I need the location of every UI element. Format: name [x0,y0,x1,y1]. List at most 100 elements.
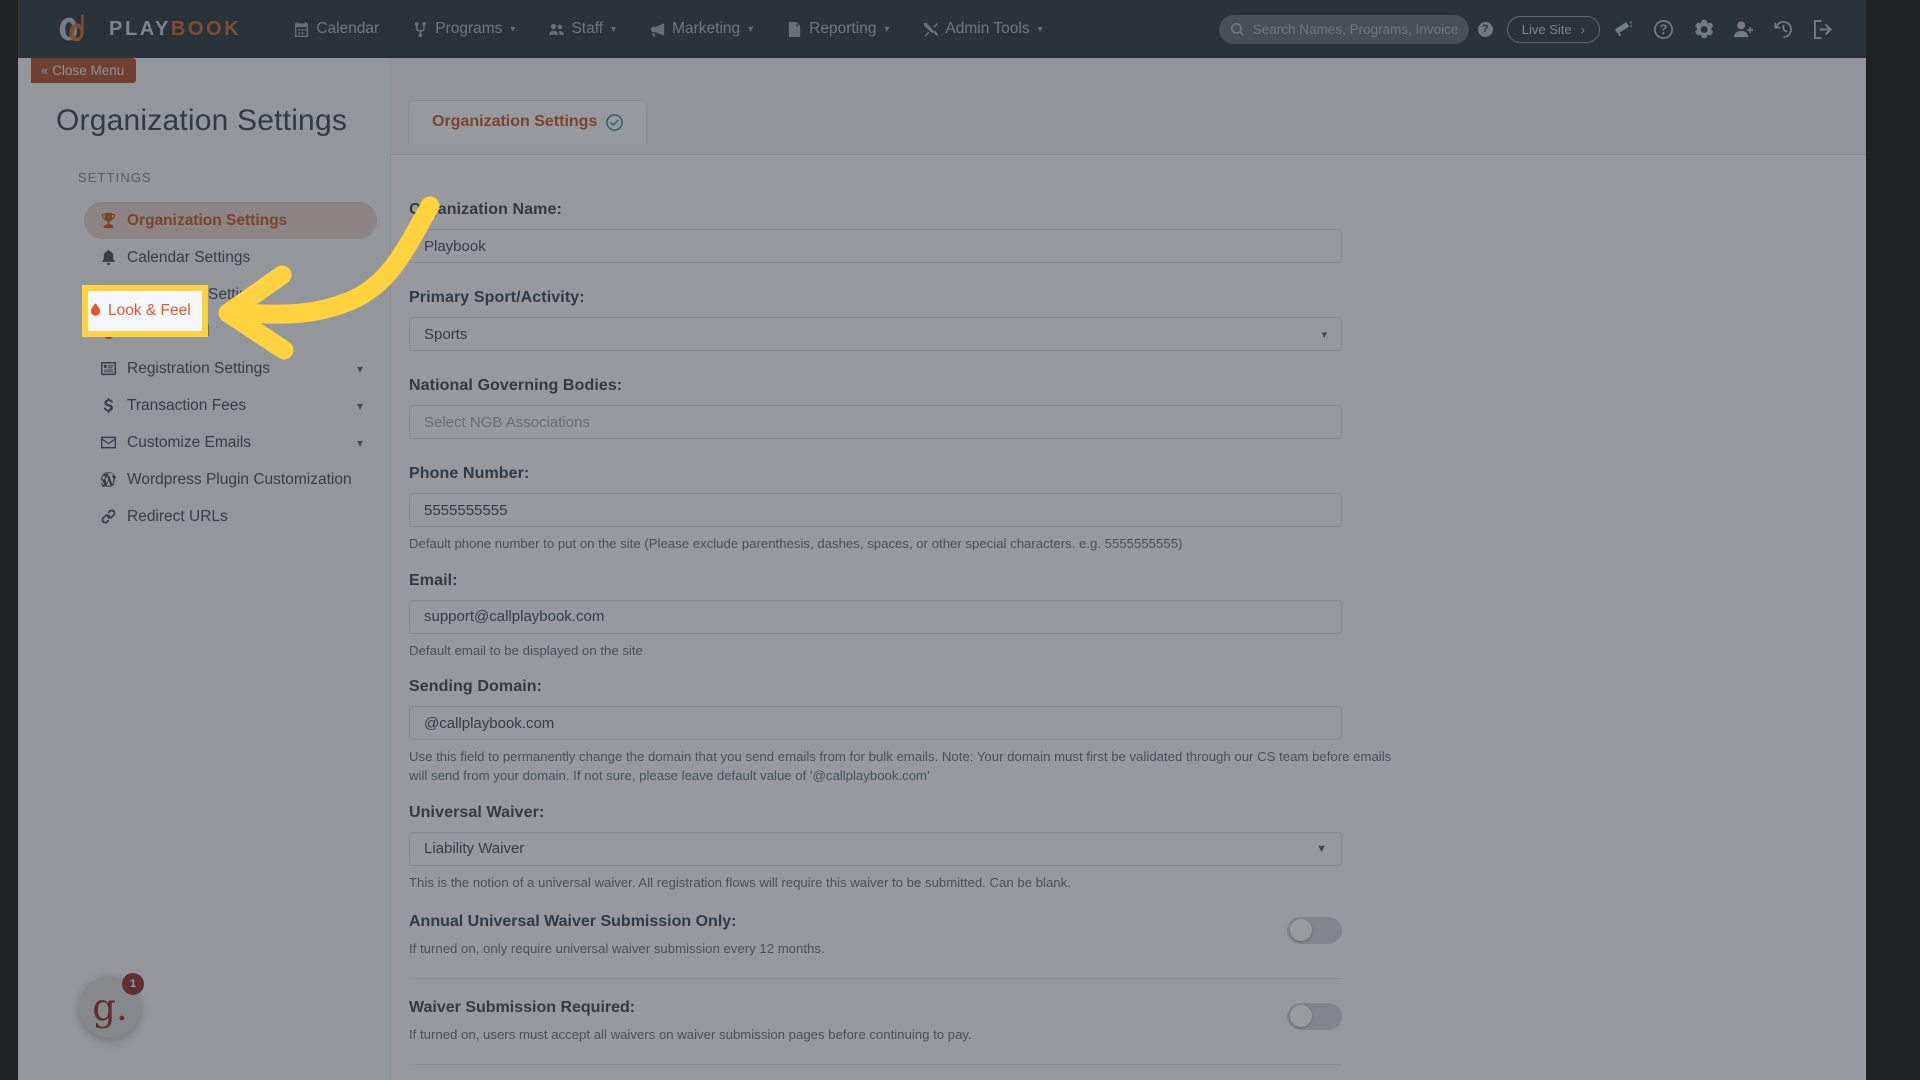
chevron-down-icon: ▾ [356,435,363,450]
chevron-down-icon: ▾ [748,23,754,35]
toggle-row-waiver-submission-required: Waiver Submission Required: If turned on… [409,979,1342,1042]
waiver-submission-required-toggle[interactable] [1287,1002,1342,1030]
main-content: Organization Settings Organization Name:… [390,58,1866,1080]
help-circle-icon[interactable] [1646,12,1680,46]
calendar-icon [294,21,309,37]
close-menu-button[interactable]: « Close Menu [31,58,137,83]
field-label: Primary Sport/Activity: [409,289,585,306]
announcement-icon[interactable] [1606,12,1640,46]
tab-strip: Organization Settings [408,100,648,144]
sidebar-item-redirect-urls[interactable]: Redirect URLs [98,498,363,535]
sidebar-item-calendar-settings[interactable]: Calendar Settings [98,239,363,276]
nav-item-calendar[interactable]: Calendar [277,12,396,46]
email-input[interactable]: support@callplaybook.com [409,599,1342,634]
wordpress-icon [98,472,118,487]
form-icon [98,361,118,376]
field-label: National Governing Bodies: [409,377,623,394]
settings-panel: Organization Name: Playbook Primary Spor… [390,154,1866,1080]
playbook-logo-mark [58,14,100,44]
sending-domain-help: Use this field to permanently change the… [409,749,1392,784]
logo-play-text: PLAY [109,17,171,40]
page-title: Organization Settings [56,104,348,137]
sidebar-item-notification-settings[interactable]: Notification Settings [98,276,363,313]
chat-unread-badge: 1 [122,973,144,995]
top-navigation-bar: PLAY BOOK Calendar Programs ▾ Staff ▾ Ma… [18,0,1866,58]
tools-icon [923,22,939,37]
nav-item-programs[interactable]: Programs ▾ [396,12,532,46]
sidebar-item-organization-settings[interactable]: Organization Settings [84,202,377,239]
toggle-help: If turned on, users must accept all waiv… [409,1026,972,1042]
users-icon [549,22,565,37]
organization-name-input[interactable]: Playbook [409,229,1342,263]
chevron-down-icon: ▾ [1037,23,1043,35]
field-label: Phone Number: [409,465,530,482]
nav-menu: Calendar Programs ▾ Staff ▾ Marketing ▾ … [277,12,1059,46]
nav-item-admin-tools[interactable]: Admin Tools ▾ [906,12,1059,46]
sidebar-item-label: Notification Settings [127,285,264,303]
annual-universal-waiver-toggle[interactable] [1287,916,1342,944]
logout-icon[interactable] [1806,12,1840,46]
sending-domain-input[interactable]: @callplaybook.com [409,706,1342,741]
nav-item-label: Marketing [672,20,741,37]
sidebar-item-registration-settings[interactable]: Registration Settings ▾ [98,350,363,387]
envelope-icon [98,435,118,450]
check-circle-icon [606,113,624,131]
primary-sport-select[interactable]: Sports ▾ [409,317,1342,351]
chevron-down-icon: ▾ [884,23,890,35]
document-icon [787,21,802,37]
gear-icon[interactable] [1686,12,1720,46]
toggle-help: If turned on, only require universal wai… [409,940,825,956]
field-phone-number: Phone Number: 5555555555 Default phone n… [409,465,1866,554]
search-input[interactable] [1252,21,1457,37]
chevron-right-icon: › [1580,21,1585,37]
live-site-button[interactable]: Live Site › [1506,15,1600,43]
sidebar-item-look-and-feel[interactable]: Look & Feel [98,313,363,350]
application-window: PLAY BOOK Calendar Programs ▾ Staff ▾ Ma… [18,0,1866,1080]
chevron-down-icon: ▾ [356,398,363,413]
droplet-icon [98,324,118,339]
add-user-icon[interactable] [1726,12,1760,46]
global-search[interactable] [1218,14,1469,44]
sidebar-section-label: SETTINGS [78,170,152,185]
help-badge-icon[interactable]: ? [1477,21,1493,37]
bell-icon [98,287,118,302]
universal-waiver-help: This is the notion of a universal waiver… [409,874,1071,890]
toggle-knob [1290,1005,1312,1028]
nav-item-label: Staff [571,20,604,37]
nav-item-label: Reporting [809,20,877,37]
history-icon[interactable] [1766,12,1800,46]
field-primary-sport: Primary Sport/Activity: Sports ▾ [409,289,1866,351]
chevron-down-icon: ▾ [356,361,363,376]
settings-sidebar: « Close Menu Organization Settings SETTI… [18,58,390,1080]
universal-waiver-value: Liability Waiver [424,840,525,858]
double-chevron-left-icon: « [41,63,48,78]
field-label: Sending Domain: [409,678,543,696]
phone-number-help: Default phone number to put on the site … [409,536,1183,551]
support-chat-widget[interactable]: g. 1 [79,973,144,1038]
sitemap-icon [413,21,428,37]
trophy-icon [98,213,118,228]
field-label: Email: [409,571,458,589]
chevron-down-icon: ▾ [510,23,516,35]
tab-organization-settings[interactable]: Organization Settings [408,100,648,144]
sidebar-item-transaction-fees[interactable]: Transaction Fees ▾ [98,387,363,424]
tab-label: Organization Settings [432,113,598,130]
universal-waiver-select[interactable]: Liability Waiver ▼ [409,831,1342,866]
sidebar-item-customize-emails[interactable]: Customize Emails ▾ [98,424,363,461]
field-sending-domain: Sending Domain: @callplaybook.com Use th… [409,678,1866,785]
sidebar-item-label: Customize Emails [127,433,252,451]
search-icon [1230,22,1244,36]
phone-number-input[interactable]: 5555555555 [409,493,1342,527]
nav-item-marketing[interactable]: Marketing ▾ [633,12,770,46]
chevron-down-icon: ▾ [611,23,617,35]
playbook-logo[interactable]: PLAY BOOK [58,14,241,44]
ngb-select-input[interactable]: Select NGB Associations [409,405,1342,439]
toggle-title: Waiver Submission Required: [409,998,636,1016]
toggle-row-annual-universal-waiver: Annual Universal Waiver Submission Only:… [409,893,1342,956]
nav-item-staff[interactable]: Staff ▾ [532,12,633,46]
nav-item-reporting[interactable]: Reporting ▾ [770,12,906,46]
field-label: Universal Waiver: [409,803,545,821]
megaphone-icon [650,22,665,37]
playbook-logo-text: PLAY BOOK [109,18,241,41]
sidebar-item-wordpress-plugin-customization[interactable]: Wordpress Plugin Customization [98,461,363,498]
